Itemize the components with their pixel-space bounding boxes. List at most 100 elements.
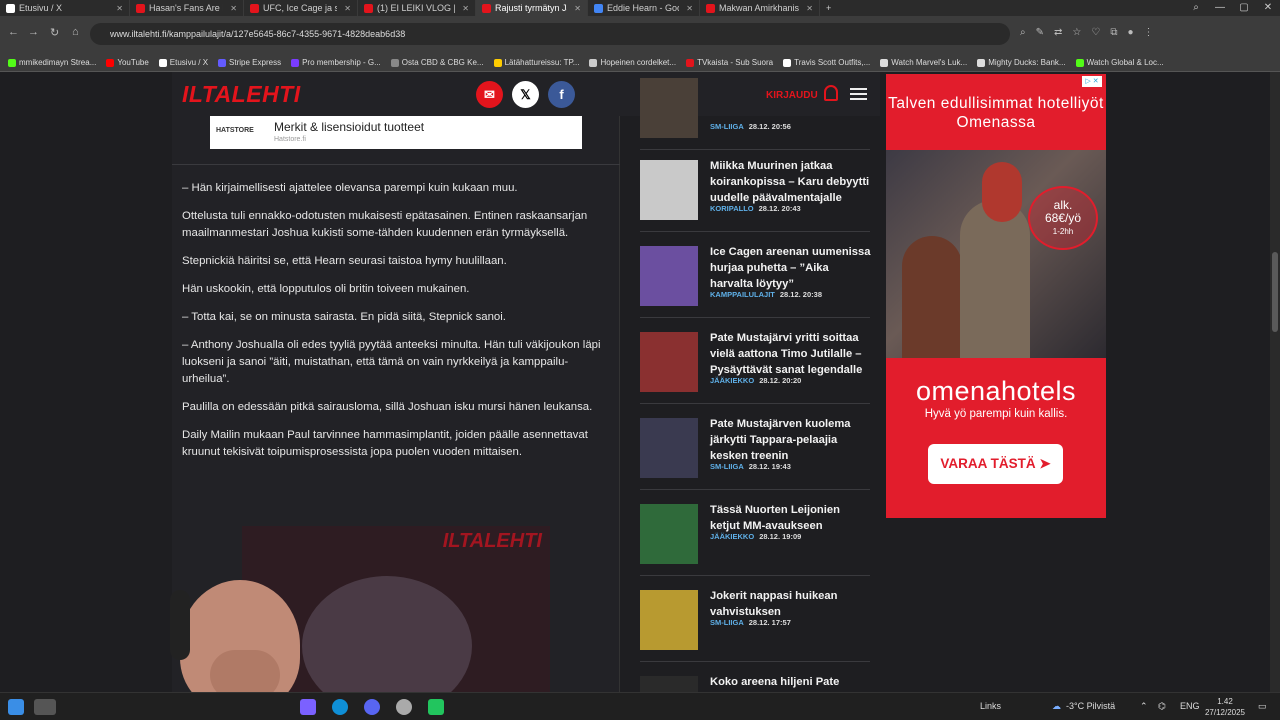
news-thumbnail[interactable] bbox=[640, 246, 698, 306]
bookmark-item[interactable]: Etusivu / X bbox=[158, 58, 208, 67]
book-now-button[interactable]: VARAA TÄSTÄ ➤ bbox=[928, 444, 1063, 484]
news-thumbnail[interactable] bbox=[640, 78, 698, 138]
news-item[interactable]: Ice Cagen areenan uumenissa hurjaa puhet… bbox=[640, 238, 870, 318]
maximize-button[interactable]: ▢ bbox=[1232, 0, 1256, 16]
news-item[interactable]: Pate Mustajärvi yritti soittaa vielä aat… bbox=[640, 324, 870, 404]
news-thumbnail[interactable] bbox=[640, 504, 698, 564]
close-tab-icon[interactable]: ✕ bbox=[806, 4, 813, 13]
app-icon[interactable] bbox=[396, 699, 412, 715]
site-logo[interactable]: ILTALEHTI bbox=[182, 81, 301, 108]
adchoices-icon[interactable]: ▷ ✕ bbox=[1082, 76, 1102, 87]
news-category[interactable]: JÄÄKIEKKO bbox=[710, 376, 754, 385]
news-item[interactable]: Koko areena hiljeni Pate Mustajärven mui… bbox=[640, 668, 870, 692]
menu-icon[interactable]: ⋮ bbox=[1144, 27, 1154, 38]
minimize-button[interactable]: — bbox=[1208, 0, 1232, 16]
browser-tab[interactable]: Rajusti tyrmätyn Jake Paul ✕ bbox=[476, 0, 588, 16]
search-tabs-icon[interactable]: ⌕ bbox=[1184, 0, 1208, 16]
reload-icon[interactable]: ↻ bbox=[50, 26, 59, 39]
close-window-button[interactable]: ✕ bbox=[1256, 0, 1280, 16]
close-tab-icon[interactable]: ✕ bbox=[686, 4, 693, 13]
weather-icon[interactable]: ☁ bbox=[1052, 701, 1061, 712]
edit-icon[interactable]: ✎ bbox=[1036, 27, 1044, 38]
x-share-icon[interactable]: 𝕏 bbox=[512, 81, 539, 108]
back-icon[interactable]: ← bbox=[8, 26, 19, 38]
omena-hotels-ad[interactable]: ▷ ✕ Talven edullisimmat hotelliyöt Omena… bbox=[886, 74, 1106, 518]
close-tab-icon[interactable]: ✕ bbox=[344, 4, 351, 13]
bookmark-item[interactable]: Travis Scott Outfits,... bbox=[783, 58, 870, 67]
bookmark-item[interactable]: Watch Marvel's Luk... bbox=[880, 58, 967, 67]
page-scrollbar[interactable] bbox=[1270, 72, 1280, 692]
news-title[interactable]: Koko areena hiljeni Pate Mustajärven mui… bbox=[710, 674, 872, 692]
news-thumbnail[interactable] bbox=[640, 332, 698, 392]
language-indicator[interactable]: ENG bbox=[1180, 701, 1200, 711]
bookmark-star-icon[interactable]: ☆ bbox=[1072, 27, 1081, 38]
network-icon[interactable]: ⌬ bbox=[1158, 701, 1166, 712]
bookmark-item[interactable]: Stripe Express bbox=[218, 58, 281, 67]
news-category[interactable]: JÄÄKIEKKO bbox=[710, 532, 754, 541]
news-category[interactable]: SM-LIIGA bbox=[710, 462, 744, 471]
news-thumbnail[interactable] bbox=[640, 590, 698, 650]
copilot-icon[interactable] bbox=[300, 699, 316, 715]
bookmark-item[interactable]: Pro membership - G... bbox=[291, 58, 381, 67]
browser-tab[interactable]: Makwan Amirkhanista kuu ✕ bbox=[700, 0, 820, 16]
close-tab-icon[interactable]: ✕ bbox=[574, 4, 581, 13]
browser-tab[interactable]: UFC, Ice Cage ja sparrarit ✕ bbox=[244, 0, 358, 16]
extensions-icon[interactable]: ⧉ bbox=[1110, 27, 1117, 38]
news-title[interactable]: Ice Cagen areenan uumenissa hurjaa puhet… bbox=[710, 244, 872, 292]
discord-icon[interactable] bbox=[364, 699, 380, 715]
news-item[interactable]: Pate Mustajärven kuolema järkytti Tappar… bbox=[640, 410, 870, 490]
zoom-icon[interactable]: ⌕ bbox=[1020, 27, 1026, 38]
search-thumbnail[interactable] bbox=[34, 699, 56, 715]
notification-icon[interactable]: ▭ bbox=[1258, 701, 1267, 712]
start-icon[interactable] bbox=[8, 699, 24, 715]
bookmark-item[interactable]: YouTube bbox=[106, 58, 149, 67]
bookmark-item[interactable]: Lätähattureissu: TP... bbox=[493, 58, 579, 67]
weather-text[interactable]: -3°C Pilvistä bbox=[1066, 701, 1115, 711]
news-title[interactable]: Pate Mustajärven kuolema järkytti Tappar… bbox=[710, 416, 872, 464]
links-toolbar[interactable]: Links bbox=[980, 701, 1001, 711]
edge-icon[interactable] bbox=[332, 699, 348, 715]
news-category[interactable]: KAMPPAILULAJIT bbox=[710, 290, 775, 299]
email-share-icon[interactable]: ✉ bbox=[476, 81, 503, 108]
clock[interactable]: 1.42 27/12/2025 bbox=[1200, 696, 1250, 718]
news-thumbnail[interactable] bbox=[640, 418, 698, 478]
news-category[interactable]: SM-LIIGA bbox=[710, 618, 744, 627]
news-item[interactable]: Tässä Nuorten Leijonien ketjut MM-avauks… bbox=[640, 496, 870, 576]
browser-tab[interactable]: Etusivu / X ✕ bbox=[0, 0, 130, 16]
browser-tab[interactable]: Eddie Hearn - Google-hak ✕ bbox=[588, 0, 700, 16]
forward-icon[interactable]: → bbox=[28, 26, 39, 38]
app-icon[interactable] bbox=[428, 699, 444, 715]
news-item[interactable]: Jokerit nappasi huikean vahvistuksen SM-L… bbox=[640, 582, 870, 662]
news-item[interactable]: Miikka Muurinen jatkaa koirankopissa – K… bbox=[640, 152, 870, 232]
bookmark-item[interactable]: Osta CBD & CBG Ke... bbox=[390, 58, 484, 67]
bookmark-item[interactable]: TVkaista - Sub Suora bbox=[686, 58, 773, 67]
news-item[interactable]: SM-LIIGA 28.12. 20:56 bbox=[640, 72, 870, 150]
bookmark-item[interactable]: mmikedimayn Strea... bbox=[8, 58, 96, 67]
news-title[interactable]: Miikka Muurinen jatkaa koirankopissa – K… bbox=[710, 158, 872, 206]
close-tab-icon[interactable]: ✕ bbox=[462, 4, 469, 13]
translate-icon[interactable]: ⇄ bbox=[1054, 27, 1062, 38]
new-tab-button[interactable]: + bbox=[820, 0, 837, 16]
bookmark-item[interactable]: Watch Global & Loc... bbox=[1075, 58, 1164, 67]
news-title[interactable]: Tässä Nuorten Leijonien ketjut MM-avauks… bbox=[710, 502, 872, 534]
profile-icon[interactable]: ● bbox=[1127, 27, 1133, 38]
hatstore-ad[interactable]: HATSTORE Merkit & lisensioidut tuotteet … bbox=[210, 116, 582, 149]
bookmark-item[interactable]: Mighty Ducks: Bank... bbox=[977, 58, 1066, 67]
news-category[interactable]: SM-LIIGA bbox=[710, 122, 744, 131]
news-thumbnail[interactable] bbox=[640, 676, 698, 692]
tray-chevron-icon[interactable]: ⌃ bbox=[1140, 701, 1148, 712]
news-thumbnail[interactable] bbox=[640, 160, 698, 220]
browser-tab[interactable]: (1) EI LEIKI VLOG | PIKKU ✕ bbox=[358, 0, 476, 16]
news-category[interactable]: KORIPALLO bbox=[710, 204, 754, 213]
heart-icon[interactable]: ♡ bbox=[1091, 27, 1100, 38]
bookmark-item[interactable]: Hopeinen cordelket... bbox=[589, 58, 676, 67]
close-tab-icon[interactable]: ✕ bbox=[116, 4, 123, 13]
news-title[interactable]: Jokerit nappasi huikean vahvistuksen bbox=[710, 588, 872, 620]
home-icon[interactable]: ⌂ bbox=[72, 26, 79, 38]
facebook-share-icon[interactable]: f bbox=[548, 81, 575, 108]
close-tab-icon[interactable]: ✕ bbox=[230, 4, 237, 13]
scroll-thumb[interactable] bbox=[1272, 252, 1278, 332]
url-field[interactable]: www.iltalehti.fi/kamppailulajit/a/127e56… bbox=[90, 23, 1010, 45]
browser-tab[interactable]: Hasan's Fans Are F**king ✕ bbox=[130, 0, 244, 16]
news-title[interactable]: Pate Mustajärvi yritti soittaa vielä aat… bbox=[710, 330, 872, 378]
